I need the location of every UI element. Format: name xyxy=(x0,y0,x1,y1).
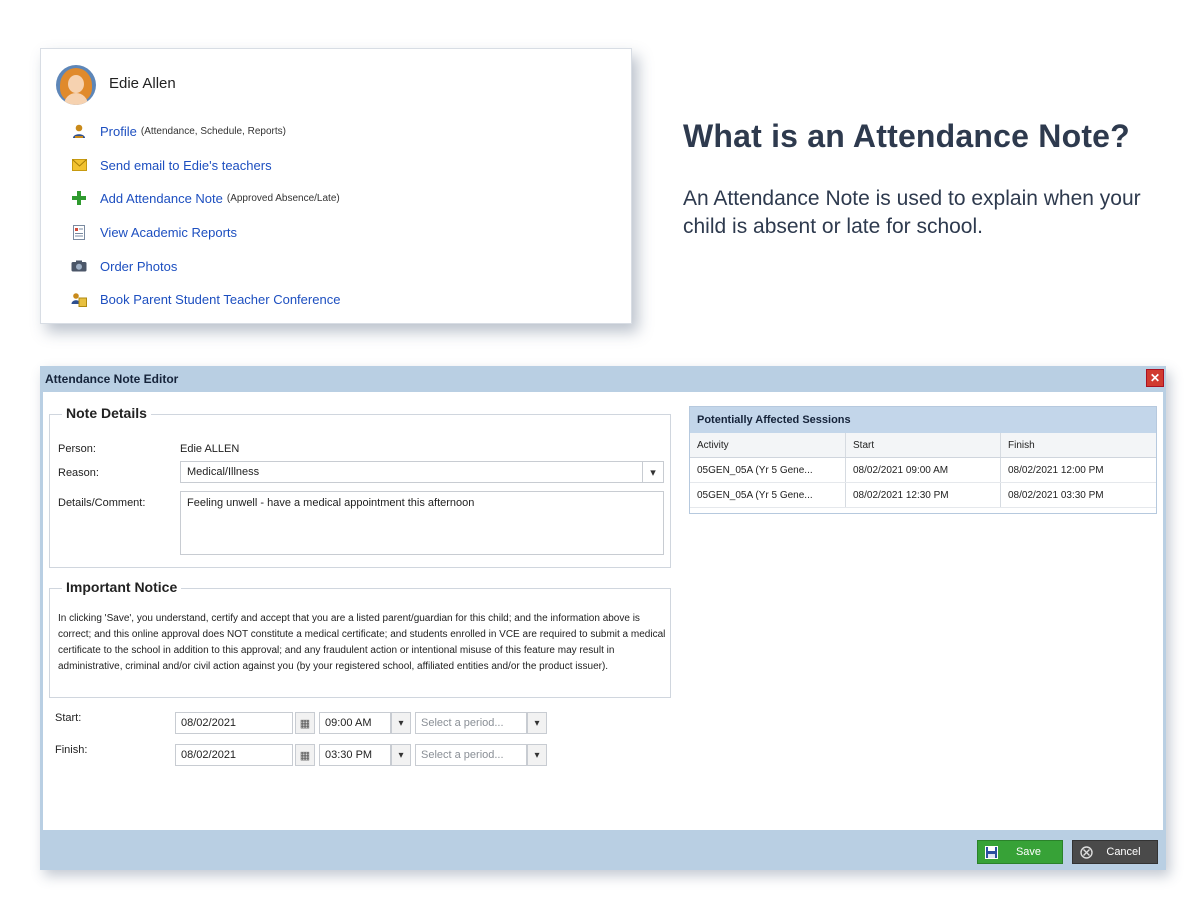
grid-header-row: Activity Start Finish xyxy=(690,433,1156,458)
book-conference-link[interactable]: Book Parent Student Teacher Conference xyxy=(71,289,340,309)
note-details-fieldset: Note Details Person: Edie ALLEN Reason: … xyxy=(49,405,671,568)
column-header-activity[interactable]: Activity xyxy=(690,433,846,457)
save-button[interactable]: Save xyxy=(977,840,1063,864)
table-row[interactable]: 05GEN_05A (Yr 5 Gene... 08/02/2021 09:00… xyxy=(690,458,1156,483)
table-row[interactable]: 05GEN_05A (Yr 5 Gene... 08/02/2021 12:30… xyxy=(690,483,1156,508)
start-time-input[interactable]: 09:00 AM xyxy=(319,712,391,734)
chevron-down-icon: ▾ xyxy=(534,749,540,761)
cell-start: 08/02/2021 12:30 PM xyxy=(846,483,1001,507)
profile-link-label: Profile xyxy=(100,123,137,139)
finish-period-select[interactable]: Select a period... xyxy=(415,744,527,766)
cancel-icon xyxy=(1078,844,1094,860)
profile-link[interactable]: Profile (Attendance, Schedule, Reports) xyxy=(71,121,286,141)
finish-time-dropdown[interactable]: ▾ xyxy=(391,744,411,766)
send-email-link-label: Send email to Edie's teachers xyxy=(100,157,272,173)
camera-icon xyxy=(71,258,87,274)
attendance-note-editor-window: Attendance Note Editor ✕ Note Details Pe… xyxy=(40,366,1166,870)
student-name: Edie Allen xyxy=(109,75,176,92)
cell-activity: 05GEN_05A (Yr 5 Gene... xyxy=(690,458,846,482)
important-notice-text: In clicking 'Save', you understand, cert… xyxy=(58,613,666,672)
calendar-icon: ▦ xyxy=(299,717,311,730)
affected-sessions-title: Potentially Affected Sessions xyxy=(690,407,1156,433)
view-academic-reports-link[interactable]: View Academic Reports xyxy=(71,222,237,242)
important-notice-legend: Important Notice xyxy=(62,579,182,595)
person-label: Person: xyxy=(58,443,96,455)
save-icon xyxy=(983,844,999,860)
chevron-down-icon: ▾ xyxy=(398,717,404,729)
add-attendance-note-link-label: Add Attendance Note xyxy=(100,190,223,206)
column-header-start[interactable]: Start xyxy=(846,433,1001,457)
start-time-dropdown[interactable]: ▾ xyxy=(391,712,411,734)
details-comment-textarea[interactable]: Feeling unwell - have a medical appointm… xyxy=(180,491,664,555)
affected-sessions-grid: Potentially Affected Sessions Activity S… xyxy=(689,406,1157,514)
cell-finish: 08/02/2021 03:30 PM xyxy=(1008,489,1104,501)
finish-date-input[interactable]: 08/02/2021 xyxy=(175,744,293,766)
details-label: Details/Comment: xyxy=(58,497,146,509)
editor-footer: Save Cancel xyxy=(40,832,1166,870)
finish-time-input[interactable]: 03:30 PM xyxy=(319,744,391,766)
start-period-dropdown[interactable]: ▾ xyxy=(527,712,547,734)
send-email-link[interactable]: Send email to Edie's teachers xyxy=(71,155,272,175)
cell-finish: 08/02/2021 12:00 PM xyxy=(1008,464,1104,476)
reason-select-value: Medical/Illness xyxy=(187,466,260,478)
add-attendance-note-link-sub: (Approved Absence/Late) xyxy=(226,192,340,204)
add-attendance-note-link[interactable]: Add Attendance Note (Approved Absence/La… xyxy=(71,188,340,208)
book-conference-link-label: Book Parent Student Teacher Conference xyxy=(100,291,341,307)
editor-title: Attendance Note Editor xyxy=(45,372,179,386)
chevron-down-icon: ▾ xyxy=(534,717,540,729)
note-details-legend: Note Details xyxy=(62,405,151,421)
envelope-icon xyxy=(71,157,87,173)
report-icon xyxy=(71,224,87,240)
editor-body: Note Details Person: Edie ALLEN Reason: … xyxy=(43,392,1163,830)
conference-icon xyxy=(71,291,87,307)
reason-select[interactable]: Medical/Illness ▾ xyxy=(180,461,664,483)
person-icon xyxy=(71,123,87,139)
person-value: Edie ALLEN xyxy=(180,443,240,455)
student-profile-card: Edie Allen Profile (Attendance, Schedule… xyxy=(40,48,632,324)
view-academic-reports-link-label: View Academic Reports xyxy=(100,224,238,240)
plus-icon xyxy=(71,190,87,206)
finish-label: Finish: xyxy=(55,744,88,756)
start-calendar-button[interactable]: ▦ xyxy=(295,712,315,734)
calendar-icon: ▦ xyxy=(299,749,311,762)
chevron-down-icon: ▾ xyxy=(642,462,663,482)
cell-start: 08/02/2021 09:00 AM xyxy=(846,458,1001,482)
reason-label: Reason: xyxy=(58,467,99,479)
column-header-finish[interactable]: Finish xyxy=(1001,433,1156,457)
order-photos-link[interactable]: Order Photos xyxy=(71,256,177,276)
save-button-label: Save xyxy=(1015,846,1042,858)
order-photos-link-label: Order Photos xyxy=(100,258,178,274)
finish-calendar-button[interactable]: ▦ xyxy=(295,744,315,766)
cell-activity: 05GEN_05A (Yr 5 Gene... xyxy=(690,483,846,507)
close-icon: ✕ xyxy=(1149,371,1161,385)
important-notice-fieldset: Important Notice In clicking 'Save', you… xyxy=(49,579,671,698)
cancel-button[interactable]: Cancel xyxy=(1072,840,1158,864)
chevron-down-icon: ▾ xyxy=(398,749,404,761)
cancel-button-label: Cancel xyxy=(1106,846,1141,858)
close-button[interactable]: ✕ xyxy=(1146,369,1164,387)
profile-link-sub: (Attendance, Schedule, Reports) xyxy=(140,125,286,137)
info-description: An Attendance Note is used to explain wh… xyxy=(683,187,1141,238)
finish-period-dropdown[interactable]: ▾ xyxy=(527,744,547,766)
start-label: Start: xyxy=(55,712,82,724)
avatar xyxy=(56,65,96,105)
start-date-input[interactable]: 08/02/2021 xyxy=(175,712,293,734)
start-period-select[interactable]: Select a period... xyxy=(415,712,527,734)
info-headline: What is an Attendance Note? xyxy=(683,118,1130,154)
